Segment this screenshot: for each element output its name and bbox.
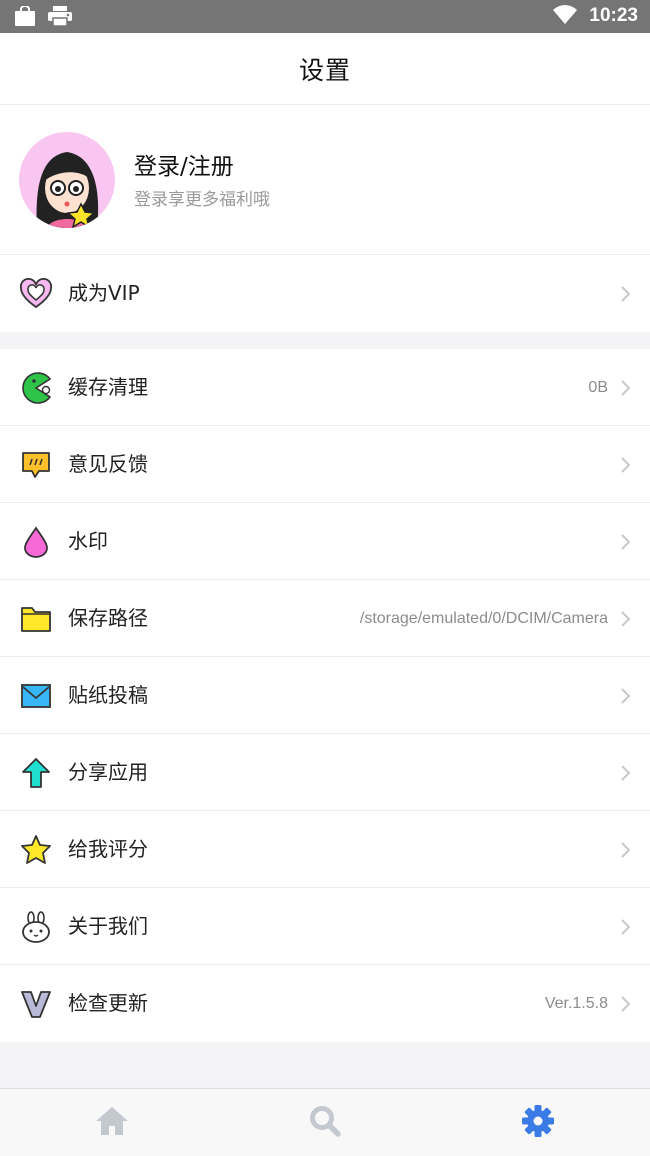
setting-label: 贴纸投稿 — [68, 683, 148, 707]
search-icon — [309, 1105, 341, 1141]
tab-settings[interactable] — [430, 1089, 646, 1156]
setting-label: 检查更新 — [68, 991, 148, 1015]
drop-icon — [20, 526, 52, 558]
chevron-right-icon — [620, 456, 632, 474]
setting-label: 分享应用 — [68, 760, 148, 784]
chevron-right-icon — [620, 764, 632, 782]
pacman-icon — [20, 372, 52, 404]
login-register-label[interactable]: 登录/注册 — [134, 147, 234, 181]
sticker-submission-row[interactable]: 贴纸投稿 — [0, 657, 650, 734]
heart-icon — [19, 277, 53, 310]
profile-card[interactable]: 登录/注册 登录享更多福利哦 — [0, 105, 650, 255]
share-app-row[interactable]: 分享应用 — [0, 734, 650, 811]
page-title: 设置 — [298, 55, 351, 85]
save-path-value: /storage/emulated/0/DCIM/Camera — [359, 610, 608, 627]
chevron-right-icon — [620, 841, 632, 859]
save-path-row[interactable]: 保存路径 /storage/emulated/0/DCIM/Camera — [0, 580, 650, 657]
star-icon — [20, 834, 52, 866]
share-arrow-icon — [20, 757, 52, 789]
wifi-icon — [553, 4, 578, 28]
version-value: Ver.1.5.8 — [544, 995, 608, 1012]
setting-label: 缓存清理 — [68, 375, 148, 399]
chevron-right-icon — [620, 610, 632, 628]
bottom-tab-bar — [0, 1088, 650, 1156]
login-benefits-text: 登录享更多福利哦 — [134, 190, 270, 210]
chevron-right-icon — [620, 687, 632, 705]
status-bar: 10:23 — [0, 0, 650, 33]
chevron-right-icon — [620, 533, 632, 551]
tab-search[interactable] — [217, 1089, 433, 1156]
chevron-right-icon — [620, 995, 632, 1013]
setting-label: 意见反馈 — [68, 452, 148, 476]
home-icon — [95, 1106, 129, 1140]
chevron-right-icon — [620, 285, 632, 303]
feedback-row[interactable]: 意见反馈 — [0, 426, 650, 503]
about-us-row[interactable]: 关于我们 — [0, 888, 650, 965]
setting-label: 保存路径 — [68, 606, 148, 630]
vip-row[interactable]: 成为VIP — [0, 255, 650, 332]
bunny-icon — [20, 911, 52, 943]
rate-us-row[interactable]: 给我评分 — [0, 811, 650, 888]
v-logo-icon — [20, 988, 52, 1020]
status-time: 10:23 — [589, 5, 638, 26]
check-update-row[interactable]: 检查更新 Ver.1.5.8 — [0, 965, 650, 1042]
mail-icon — [20, 680, 52, 712]
folder-icon — [20, 603, 52, 635]
printer-icon — [48, 6, 72, 30]
watermark-row[interactable]: 水印 — [0, 503, 650, 580]
setting-label: 关于我们 — [68, 914, 148, 938]
feedback-bubble-icon — [20, 449, 52, 481]
vip-label: 成为VIP — [68, 281, 140, 305]
cache-size-value: 0B — [588, 379, 608, 396]
chevron-right-icon — [620, 918, 632, 936]
setting-label: 给我评分 — [68, 837, 148, 861]
setting-label: 水印 — [68, 529, 108, 553]
chevron-right-icon — [620, 379, 632, 397]
tab-home[interactable] — [4, 1089, 220, 1156]
bag-icon — [14, 5, 36, 30]
gear-icon — [521, 1104, 555, 1142]
cache-clear-row[interactable]: 缓存清理 0B — [0, 349, 650, 426]
header: 设置 — [0, 33, 650, 105]
avatar[interactable] — [19, 132, 115, 228]
